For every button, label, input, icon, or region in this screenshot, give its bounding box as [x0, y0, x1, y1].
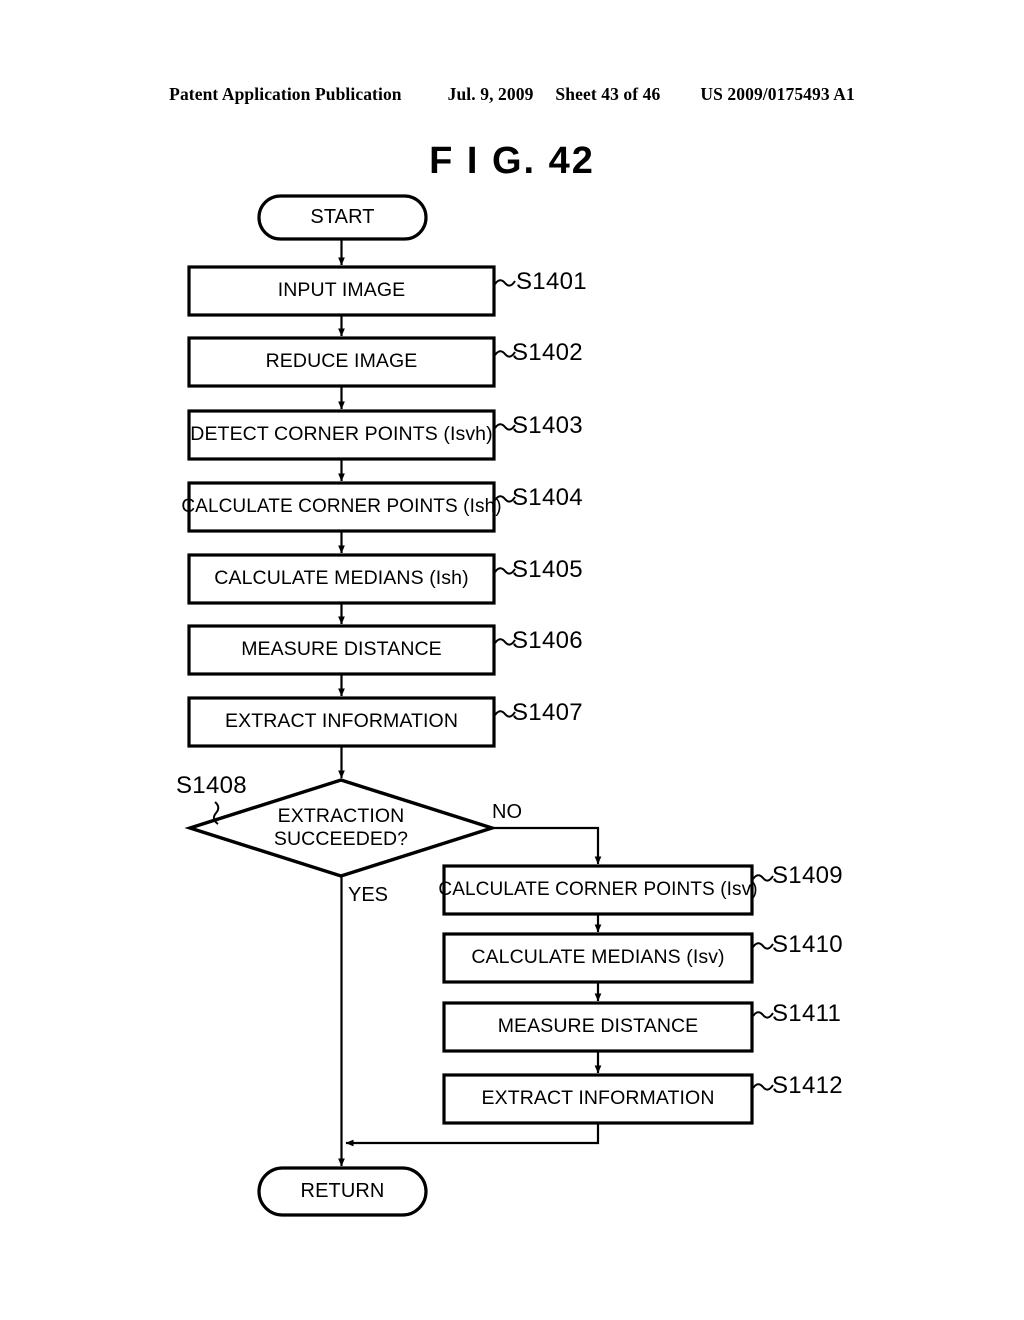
- step-tag-s1408: S1408: [176, 772, 247, 799]
- leader-squiggle-s1412: [752, 1083, 774, 1091]
- step-box-s1406: [187, 624, 496, 676]
- step-tag-s1412: S1412: [772, 1072, 843, 1099]
- decision-branch-no-label: NO: [492, 801, 522, 823]
- step-tag-s1401: S1401: [516, 268, 587, 295]
- step-tag-s1411: S1411: [772, 1000, 842, 1027]
- flowchart: START RETURN INPUT IMAGE REDUCE IMAGE DE…: [0, 0, 1024, 1320]
- step-box-s1407: [187, 696, 496, 748]
- step-tag-s1409: S1409: [772, 862, 843, 889]
- step-box-s1411: [442, 1001, 754, 1053]
- step-tag-s1410: S1410: [772, 931, 843, 958]
- connector-decision-no-to-s1409: [492, 826, 602, 865]
- decision-branch-yes-label: YES: [348, 884, 389, 906]
- connector-s1412-merge-to-return: [345, 1123, 600, 1147]
- step-box-s1403: [187, 409, 496, 461]
- step-box-s1402: [187, 336, 496, 388]
- step-tag-s1406: S1406: [512, 627, 583, 654]
- step-box-s1409: [442, 864, 754, 916]
- step-box-s1404: [187, 481, 496, 533]
- step-tag-s1407: S1407: [512, 699, 583, 726]
- leader-squiggle-s1401: [494, 279, 516, 287]
- step-box-s1410: [442, 932, 754, 984]
- leader-squiggle-s1411: [752, 1011, 774, 1019]
- return-terminal-shape: [257, 1166, 428, 1217]
- start-terminal-shape: [257, 194, 428, 241]
- step-tag-s1402: S1402: [512, 339, 583, 366]
- step-box-s1412: [442, 1073, 754, 1125]
- step-tag-s1403: S1403: [512, 412, 583, 439]
- leader-squiggle-s1409: [752, 874, 774, 882]
- flowchart-graphics: [184, 194, 774, 1217]
- step-tag-s1405: S1405: [512, 556, 583, 583]
- step-tag-s1404: S1404: [512, 484, 583, 511]
- step-box-s1405: [187, 553, 496, 605]
- step-box-s1401: [187, 265, 496, 317]
- leader-squiggle-s1410: [752, 942, 774, 950]
